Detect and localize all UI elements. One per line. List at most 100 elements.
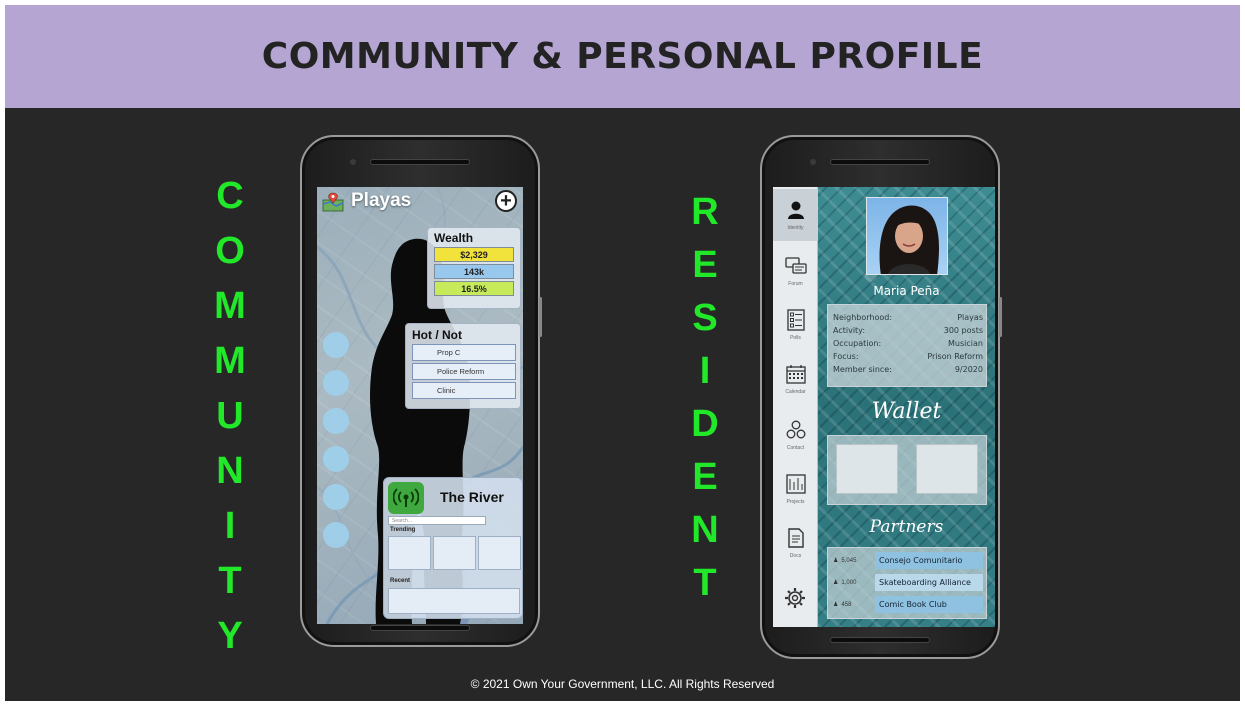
partner-name: Comic Book Club [875, 596, 983, 613]
community-phone: Playas + Wealth $2,329 143k 16.5% Hot / … [300, 135, 542, 647]
letter: D [691, 403, 719, 445]
community-member-dot[interactable] [323, 522, 349, 548]
community-member-dot[interactable] [323, 332, 349, 358]
chat-icon [784, 255, 807, 277]
letter: E [692, 244, 718, 286]
river-card: The River Search... Trending Recent [383, 477, 523, 619]
nav-label: Calendar [785, 389, 806, 395]
antenna-icon[interactable] [388, 482, 424, 514]
nav-docs[interactable]: Docs [773, 517, 818, 569]
resident-screen: Identity Forum Polls Calendar Contact Pr… [773, 187, 995, 627]
nav-projects[interactable]: Projects [773, 463, 818, 515]
phone-camera [350, 159, 356, 165]
community-member-dot[interactable] [323, 446, 349, 472]
info-label: Occupation: [833, 339, 882, 348]
info-label: Neighborhood: [833, 313, 893, 322]
recent-label: Recent [390, 578, 411, 584]
community-topbar: Playas + [317, 187, 523, 217]
letter: Y [217, 615, 243, 657]
letter: O [215, 230, 245, 272]
slide: COMMUNITY & PERSONAL PROFILE C O M M U N… [5, 5, 1240, 701]
wallet-slot[interactable] [836, 444, 898, 494]
wallet-slot[interactable] [916, 444, 978, 494]
partner-count: ♟ 5,045 [833, 557, 875, 565]
trending-item[interactable] [388, 536, 431, 570]
partner-count: ♟ 458 [833, 601, 875, 609]
map-pin-icon[interactable] [322, 192, 344, 212]
nav-label: Forum [788, 281, 803, 287]
phone-speaker [370, 159, 470, 165]
info-label: Activity: [833, 326, 866, 335]
profile-avatar[interactable] [866, 197, 948, 275]
info-row: Member since: 9/2020 [833, 365, 983, 374]
hot-not-item[interactable]: Clinic [412, 382, 516, 399]
partner-count-value: 1,000 [841, 579, 857, 586]
letter: C [216, 175, 244, 217]
nav-identity[interactable]: Identity [773, 189, 818, 241]
letter: N [691, 509, 719, 551]
partner-name: Skateboarding Alliance [875, 574, 983, 591]
info-row: Occupation: Musician [833, 339, 983, 348]
letter: I [699, 350, 711, 392]
trending-item[interactable] [478, 536, 521, 570]
calendar-icon [785, 363, 807, 385]
profile-name: Maria Peña [873, 284, 940, 298]
settings-gear-icon[interactable] [784, 587, 806, 609]
recent-item[interactable] [388, 588, 520, 614]
add-button[interactable]: + [495, 190, 517, 212]
info-label: Member since: [833, 365, 892, 374]
letter: N [216, 450, 244, 492]
community-name: Playas [351, 190, 412, 211]
nav-forum[interactable]: Forum [773, 245, 818, 297]
info-value: 300 posts [943, 326, 983, 335]
wallet-card [827, 435, 987, 505]
contacts-icon [785, 419, 807, 441]
info-value: Musician [948, 339, 983, 348]
partners-title: Partners [869, 517, 944, 537]
wealth-card: Wealth $2,329 143k 16.5% [427, 227, 521, 309]
partner-count: ♟ 1,000 [833, 579, 875, 587]
nav-label: Docs [789, 553, 802, 559]
community-vertical-label: C O M M U N I T Y [210, 177, 250, 655]
hot-not-item[interactable]: Police Reform [412, 363, 516, 380]
nav-polls[interactable]: Polls [773, 299, 818, 351]
partner-count-value: 458 [841, 601, 852, 608]
community-member-dot[interactable] [323, 370, 349, 396]
info-row: Activity: 300 posts [833, 326, 983, 335]
nav-label: Identity [787, 225, 804, 231]
hot-not-title: Hot / Not [412, 328, 462, 342]
letter: E [692, 456, 718, 498]
wealth-rate[interactable]: 16.5% [434, 281, 514, 296]
resident-phone: Identity Forum Polls Calendar Contact Pr… [760, 135, 1002, 659]
copyright-footer: © 2021 Own Your Government, LLC. All Rig… [470, 677, 775, 691]
community-screen: Playas + Wealth $2,329 143k 16.5% Hot / … [317, 187, 523, 624]
partner-row[interactable]: ♟ 458 Comic Book Club [833, 596, 983, 613]
nav-label: Polls [790, 335, 801, 341]
nav-calendar[interactable]: Calendar [773, 353, 818, 405]
river-search-input[interactable]: Search... [388, 516, 486, 525]
page-title: COMMUNITY & PERSONAL PROFILE [261, 36, 984, 77]
phone-speaker [830, 159, 930, 165]
phone-bottom-bar [370, 625, 470, 631]
hot-not-item[interactable]: Prop C [412, 344, 516, 361]
projects-icon [785, 473, 807, 495]
wealth-population[interactable]: 143k [434, 264, 514, 279]
trending-item[interactable] [433, 536, 476, 570]
letter: I [224, 505, 236, 547]
letter: U [216, 395, 244, 437]
community-member-dot[interactable] [323, 484, 349, 510]
member-icon: ♟ [833, 558, 839, 564]
partner-name: Consejo Comunitario [875, 552, 983, 569]
nav-label: Projects [786, 499, 805, 505]
member-icon: ♟ [833, 580, 839, 586]
community-member-dot[interactable] [323, 408, 349, 434]
letter: M [214, 340, 246, 382]
info-row: Focus: Prison Reform [833, 352, 983, 361]
partner-row[interactable]: ♟ 5,045 Consejo Comunitario [833, 552, 983, 569]
profile-info-card: Neighborhood: Playas Activity: 300 posts O… [827, 304, 987, 387]
partner-row[interactable]: ♟ 1,000 Skateboarding Alliance [833, 574, 983, 591]
nav-contact[interactable]: Contact [773, 409, 818, 461]
wealth-income[interactable]: $2,329 [434, 247, 514, 262]
wealth-title: Wealth [434, 231, 474, 245]
profile-nav: Identity Forum Polls Calendar Contact Pr… [773, 187, 818, 627]
